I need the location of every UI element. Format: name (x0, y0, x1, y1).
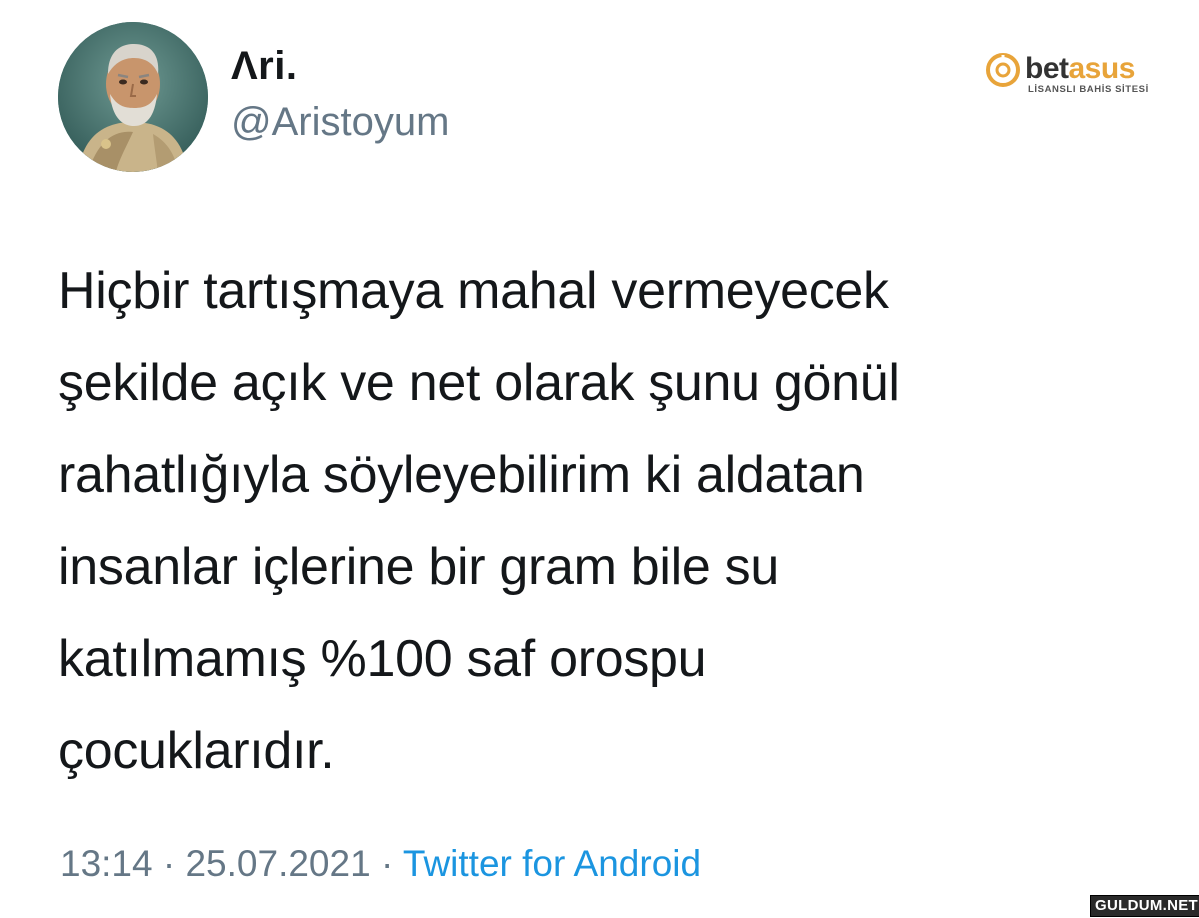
sponsor-brand-dark: bet (1025, 52, 1069, 85)
display-name[interactable]: Λri. (231, 46, 297, 86)
meta-separator: · (152, 843, 186, 884)
watermark: GULDUM.NET (1090, 895, 1199, 917)
sponsor-tagline: LİSANSLI BAHİS SİTESİ (1028, 84, 1149, 95)
tweet-line: şekilde açık ve net olarak şunu gönül (58, 354, 900, 412)
tweet-time[interactable]: 13:14 (60, 843, 153, 884)
tweet-card: Λri. @Aristoyum betasus LİSANSLI BAHİS S… (0, 0, 1199, 918)
avatar[interactable] (58, 22, 208, 172)
philosopher-bust-icon (58, 22, 208, 172)
user-handle[interactable]: @Aristoyum (231, 102, 449, 142)
tweet-date[interactable]: 25.07.2021 (185, 843, 370, 884)
tweet-line: çocuklarıdır. (58, 722, 335, 780)
sponsor-brand: betasus (1025, 54, 1135, 84)
sponsor-brand-accent: asus (1068, 52, 1136, 85)
tweet-line: rahatlığıyla söyleyebilirim ki aldatan (58, 446, 865, 504)
tweet-source-link[interactable]: Twitter for Android (403, 843, 701, 884)
tweet-line: Hiçbir tartışmaya mahal vermeyecek (58, 262, 889, 320)
tweet-text: Hiçbir tartışmaya mahal vermeyecek şekil… (58, 245, 1118, 797)
tweet-line: insanlar içlerine bir gram bile su (58, 538, 779, 596)
sponsor-logo: betasus LİSANSLI BAHİS SİTESİ (985, 52, 1160, 100)
tweet-meta: 13:14 · 25.07.2021 · Twitter for Android (60, 845, 701, 882)
target-ring-icon (986, 53, 1020, 87)
tweet-line: katılmamış %100 saf orospu (58, 630, 707, 688)
meta-separator: · (370, 843, 403, 884)
